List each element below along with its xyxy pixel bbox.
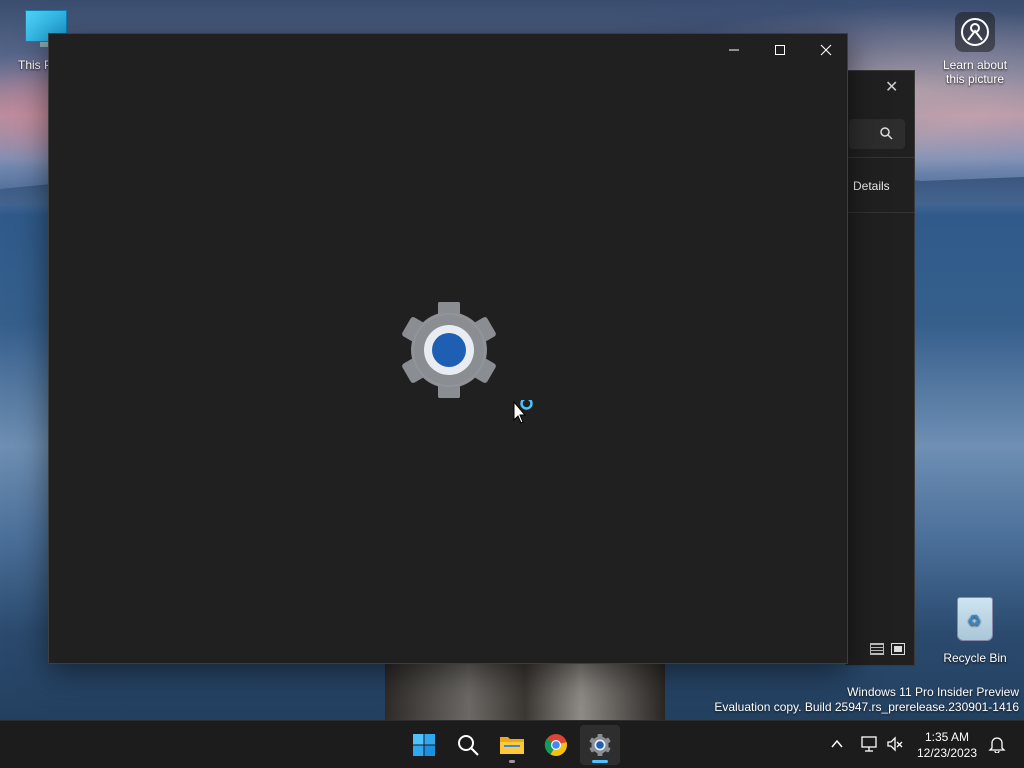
- clock-date: 12/23/2023: [916, 746, 978, 760]
- volume-muted-icon[interactable]: [886, 735, 904, 753]
- file-explorer-icon: [500, 737, 524, 754]
- desktop-icon-label: Learn about this picture: [942, 58, 1008, 86]
- maximize-button[interactable]: [757, 34, 803, 66]
- settings-taskbar-button[interactable]: [580, 725, 620, 765]
- wallpaper-pier: [385, 664, 665, 720]
- search-icon: [880, 127, 893, 140]
- tiles-view-icon[interactable]: [891, 643, 905, 655]
- taskbar-clock[interactable]: 1:35 AM 12/23/2023: [912, 729, 982, 761]
- busy-cursor-icon: [513, 400, 533, 424]
- notification-bell-icon[interactable]: [988, 735, 1006, 753]
- divider: [845, 212, 914, 213]
- settings-icon: [589, 734, 611, 756]
- taskbar: 1:35 AM 12/23/2023: [0, 720, 1024, 768]
- active-indicator: [592, 760, 608, 763]
- background-explorer-window[interactable]: ✕ Details: [845, 70, 915, 666]
- chevron-up-icon[interactable]: [830, 737, 844, 751]
- settings-gear-icon: [402, 302, 496, 398]
- desktop-icon-learn-about-picture[interactable]: Learn about this picture: [936, 12, 1014, 86]
- chrome-button[interactable]: [536, 725, 576, 765]
- search-button[interactable]: [448, 725, 488, 765]
- details-button[interactable]: Details: [853, 179, 890, 193]
- desktop-icon-label: Recycle Bin: [943, 651, 1007, 665]
- clock-time: 1:35 AM: [924, 730, 970, 744]
- divider: [845, 157, 914, 158]
- close-icon: [820, 44, 832, 56]
- minimize-icon: [729, 49, 739, 51]
- start-button[interactable]: [404, 725, 444, 765]
- start-icon: [413, 734, 435, 756]
- close-icon[interactable]: ✕: [885, 77, 898, 97]
- settings-window[interactable]: [48, 33, 848, 664]
- close-button[interactable]: [803, 34, 849, 66]
- details-view-icon[interactable]: [870, 643, 884, 655]
- watermark-edition: Windows 11 Pro Insider Preview: [847, 685, 1019, 699]
- build-watermark: Windows 11 Pro Insider Preview Evaluatio…: [714, 685, 1019, 715]
- camera-info-icon: [955, 12, 995, 52]
- minimize-button[interactable]: [711, 34, 757, 66]
- running-indicator: [509, 760, 515, 763]
- file-explorer-button[interactable]: [492, 725, 532, 765]
- desktop-icon-recycle-bin[interactable]: ♻ Recycle Bin: [940, 597, 1010, 665]
- search-box[interactable]: [849, 119, 905, 149]
- chrome-icon: [544, 734, 567, 756]
- search-icon: [458, 735, 479, 756]
- watermark-build: Evaluation copy. Build 25947.rs_prerelea…: [714, 700, 1019, 714]
- maximize-icon: [775, 45, 785, 55]
- recycle-bin-icon: ♻: [957, 597, 993, 641]
- network-icon[interactable]: [860, 735, 878, 753]
